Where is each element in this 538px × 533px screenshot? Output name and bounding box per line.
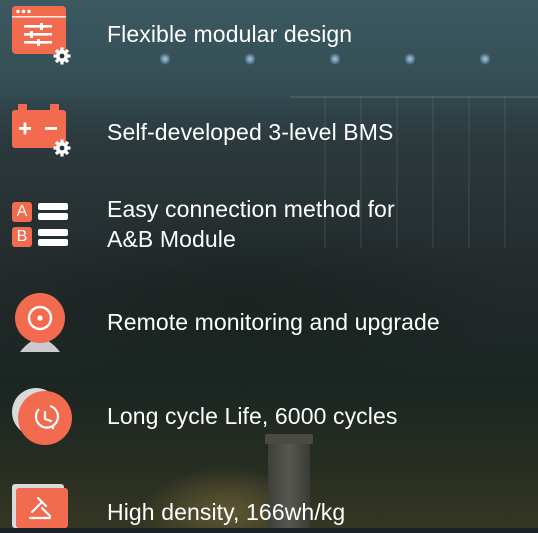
feature-item-bms: Self-developed 3-level BMS bbox=[0, 104, 538, 164]
feature-item-remote: Remote monitoring and upgrade bbox=[0, 290, 538, 356]
feature-label-line1: Easy connection method for bbox=[107, 196, 395, 222]
feature-label: Self-developed 3-level BMS bbox=[107, 119, 394, 145]
badge-a: A bbox=[16, 203, 28, 220]
feature-label-line2: A&B Module bbox=[107, 226, 236, 252]
feature-item-cycle: Long cycle Life, 6000 cycles bbox=[0, 386, 538, 446]
feature-label: Remote monitoring and upgrade bbox=[107, 309, 440, 335]
modular-settings-window-icon bbox=[12, 6, 74, 71]
cycle-clock-icon bbox=[12, 386, 76, 451]
density-scale-icon bbox=[12, 484, 72, 533]
feature-label: High density, 166wh/kg bbox=[107, 499, 346, 525]
remote-camera-icon bbox=[12, 290, 72, 359]
badge-b: B bbox=[16, 228, 28, 245]
background-photo bbox=[0, 0, 538, 528]
feature-item-modular: Flexible modular design bbox=[0, 6, 538, 66]
battery-gear-icon bbox=[12, 104, 74, 165]
feature-item-ab-module: A B Easy connection method for A&B Modul… bbox=[0, 196, 538, 256]
feature-label: Long cycle Life, 6000 cycles bbox=[107, 403, 398, 429]
feature-label: Flexible modular design bbox=[107, 21, 353, 47]
feature-item-density: High density, 166wh/kg bbox=[0, 484, 538, 528]
